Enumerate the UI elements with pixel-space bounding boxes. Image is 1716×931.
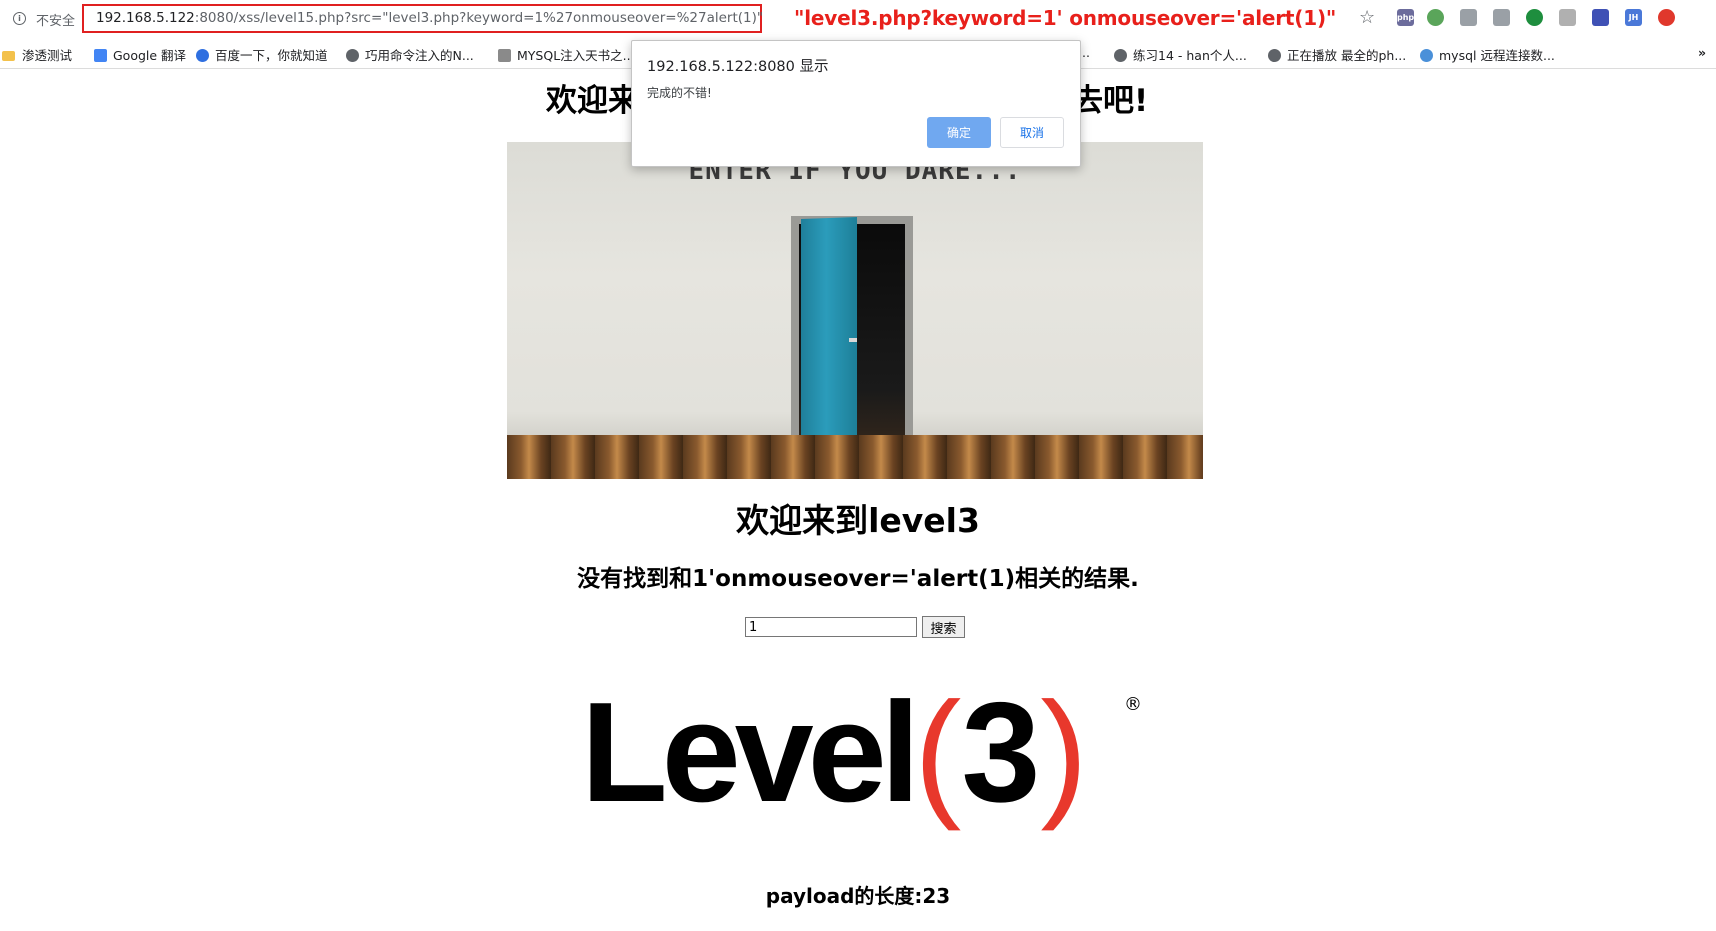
flash-icon[interactable]: [1658, 9, 1675, 26]
bookmark-item[interactable]: 巧用命令注入的N...: [346, 45, 474, 64]
php-icon[interactable]: php: [1397, 9, 1414, 26]
browser-toolbar: i 不安全 192.168.5.122:8080/xss/level15.php…: [0, 0, 1716, 39]
bookmark-item[interactable]: 渗透测试: [2, 45, 72, 64]
level3-logo[interactable]: Level(3): [581, 678, 1088, 828]
logo-number: 3: [961, 673, 1041, 832]
dialog-title: 192.168.5.122:8080 显示: [647, 59, 829, 75]
registered-mark: ®: [1124, 694, 1142, 715]
bookmark-star-icon[interactable]: ☆: [1359, 7, 1375, 28]
bookmark-item[interactable]: MYSQL注入天书之...: [498, 45, 635, 64]
logo-paren-close: ): [1040, 673, 1088, 832]
payload-annotation: "level3.php?keyword=1' onmouseover='aler…: [794, 6, 1337, 30]
door: [801, 217, 857, 470]
door-image: ENTER IF YOU DARE...: [507, 142, 1203, 479]
logo-word: Level: [581, 673, 920, 832]
globe-icon: [1268, 49, 1281, 62]
search-result-text: 没有找到和1'onmouseover='alert(1)相关的结果.: [577, 566, 1139, 592]
payload-length: payload的长度:23: [765, 884, 951, 908]
folder-icon: [2, 51, 15, 61]
search-input[interactable]: [745, 617, 917, 637]
more-bookmarks-icon[interactable]: »: [1698, 45, 1706, 60]
door-handle: [849, 338, 857, 342]
baidu-icon: [196, 49, 209, 62]
search-button[interactable]: 搜索: [922, 616, 965, 638]
dialog-message: 完成的不错!: [647, 86, 712, 100]
bookmark-item[interactable]: 正在播放 最全的ph...: [1268, 45, 1406, 64]
level-title: 欢迎来到level3: [736, 501, 980, 540]
globe-icon: [1114, 49, 1127, 62]
link-icon[interactable]: [1493, 9, 1510, 26]
bookmark-item[interactable]: 练习14 - han个人...: [1114, 45, 1247, 64]
dialog-cancel-button[interactable]: 取消: [1000, 117, 1064, 148]
alert-dialog: 192.168.5.122:8080 显示 完成的不错! 确定 取消: [631, 40, 1081, 167]
puzzle-icon[interactable]: [1559, 9, 1576, 26]
wood-floor: [507, 435, 1203, 479]
green-circle-icon[interactable]: [1427, 9, 1444, 26]
info-icon[interactable]: i: [13, 12, 26, 25]
bookmark-item[interactable]: 百度一下，你就知道: [196, 45, 328, 64]
top-heading-end: 去吧!: [1072, 83, 1149, 119]
security-label[interactable]: 不安全: [36, 10, 75, 29]
site-icon: [498, 49, 511, 62]
bird-icon[interactable]: [1460, 9, 1477, 26]
translate-icon: [94, 49, 107, 62]
logo-paren-open: (: [914, 673, 962, 832]
globe-icon: [346, 49, 359, 62]
green-dot-icon[interactable]: [1526, 9, 1543, 26]
url-path: :8080/xss/level15.php?src="level3.php?ke…: [194, 10, 764, 26]
url-host: 192.168.5.122: [96, 10, 195, 26]
chart-icon[interactable]: [1592, 9, 1609, 26]
bookmark-item[interactable]: mysql 远程连接数...: [1420, 45, 1555, 64]
dialog-ok-button[interactable]: 确定: [927, 117, 991, 148]
bookmark-item[interactable]: Google 翻译: [94, 45, 186, 64]
top-heading-start: 欢迎来: [546, 83, 639, 119]
jh-icon[interactable]: JH: [1625, 9, 1642, 26]
address-bar-url[interactable]: 192.168.5.122:8080/xss/level15.php?src="…: [96, 10, 763, 26]
cloud-icon: [1420, 49, 1433, 62]
